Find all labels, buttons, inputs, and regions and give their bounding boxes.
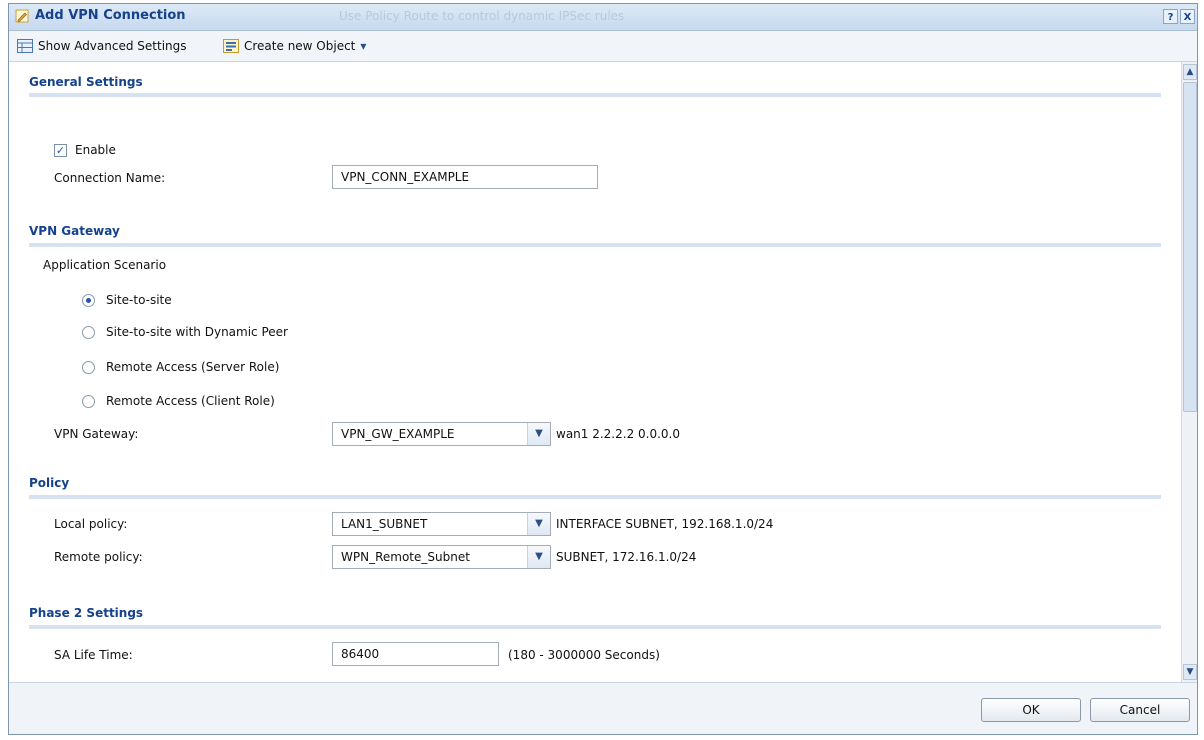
radio-remote-access-client[interactable] — [82, 395, 95, 408]
cancel-button[interactable]: Cancel — [1090, 698, 1190, 722]
help-button[interactable]: ? — [1163, 9, 1178, 24]
local-policy-select[interactable]: LAN1_SUBNET ▼ — [332, 512, 551, 536]
table-icon — [17, 39, 33, 53]
remote-policy-value: WPN_Remote_Subnet — [341, 550, 470, 564]
section-divider — [29, 495, 1161, 499]
policy-title: Policy — [29, 476, 70, 490]
section-divider — [29, 243, 1161, 247]
background-hint-text: Use Policy Route to control dynamic IPSe… — [339, 9, 625, 23]
scrollbar-thumb[interactable] — [1183, 82, 1197, 412]
general-settings-title: General Settings — [29, 75, 143, 89]
sa-life-time-range: (180 - 3000000 Seconds) — [508, 648, 660, 662]
chevron-down-icon[interactable]: ▼ — [527, 513, 550, 535]
sa-life-time-input[interactable]: 86400 — [332, 642, 499, 666]
vpn-gateway-title: VPN Gateway — [29, 224, 120, 238]
application-scenario-label: Application Scenario — [43, 258, 167, 272]
connection-name-input[interactable]: VPN_CONN_EXAMPLE — [332, 165, 598, 189]
section-divider — [29, 625, 1161, 629]
radio-remote-access-server[interactable] — [82, 361, 95, 374]
phase-2-settings-title: Phase 2 Settings — [29, 606, 144, 620]
local-policy-label: Local policy: — [54, 517, 128, 531]
remote-policy-info: SUBNET, 172.16.1.0/24 — [556, 550, 697, 564]
show-advanced-settings-button[interactable]: Show Advanced Settings — [17, 39, 187, 53]
dialog-footer: OK Cancel — [9, 682, 1197, 734]
pencil-icon — [15, 9, 29, 23]
scenario-label: Site-to-site — [106, 293, 172, 307]
vpn-gateway-info: wan1 2.2.2.2 0.0.0.0 — [556, 427, 681, 441]
show-advanced-settings-label: Show Advanced Settings — [38, 39, 187, 53]
local-policy-info: INTERFACE SUBNET, 192.168.1.0/24 — [556, 517, 774, 531]
radio-site-to-site-dynamic-peer[interactable] — [82, 326, 95, 339]
local-policy-value: LAN1_SUBNET — [341, 517, 428, 531]
sa-life-time-label: SA Life Time: — [54, 648, 133, 662]
title-bar: Add VPN Connection Use Policy Route to c… — [9, 4, 1197, 31]
scroll-down-icon[interactable]: ▼ — [1183, 664, 1197, 680]
connection-name-label: Connection Name: — [54, 171, 166, 185]
create-new-object-button[interactable]: Create new Object ▾ — [223, 39, 366, 53]
vpn-gateway-select[interactable]: VPN_GW_EXAMPLE ▼ — [332, 422, 551, 446]
dialog-title: Add VPN Connection — [35, 8, 186, 23]
remote-policy-label: Remote policy: — [54, 550, 143, 564]
enable-checkbox[interactable]: ✓ — [54, 144, 67, 157]
chevron-down-icon: ▾ — [360, 39, 367, 53]
remote-policy-select[interactable]: WPN_Remote_Subnet ▼ — [332, 545, 551, 569]
vertical-scrollbar[interactable]: ▲ ▼ — [1181, 62, 1197, 682]
close-button[interactable]: X — [1180, 9, 1195, 24]
scenario-label: Site-to-site with Dynamic Peer — [106, 325, 288, 339]
chevron-down-icon[interactable]: ▼ — [527, 546, 550, 568]
scroll-up-icon[interactable]: ▲ — [1183, 64, 1197, 80]
chevron-down-icon[interactable]: ▼ — [527, 423, 550, 445]
radio-site-to-site[interactable] — [82, 294, 95, 307]
section-divider — [29, 93, 1161, 97]
ok-button[interactable]: OK — [981, 698, 1081, 722]
enable-label: Enable — [75, 143, 116, 157]
vpn-gateway-value: VPN_GW_EXAMPLE — [341, 427, 455, 441]
content-area: General Settings ✓ Enable Connection Nam… — [9, 62, 1181, 682]
add-vpn-connection-dialog: Add VPN Connection Use Policy Route to c… — [8, 3, 1198, 735]
toolbar: Show Advanced Settings Create new Object… — [9, 31, 1197, 62]
scenario-label: Remote Access (Client Role) — [106, 394, 275, 408]
create-new-object-label: Create new Object — [244, 39, 356, 53]
object-icon — [223, 39, 239, 53]
vpn-gateway-label: VPN Gateway: — [54, 427, 139, 441]
scenario-label: Remote Access (Server Role) — [106, 360, 280, 374]
radio-selected-dot — [86, 298, 91, 303]
